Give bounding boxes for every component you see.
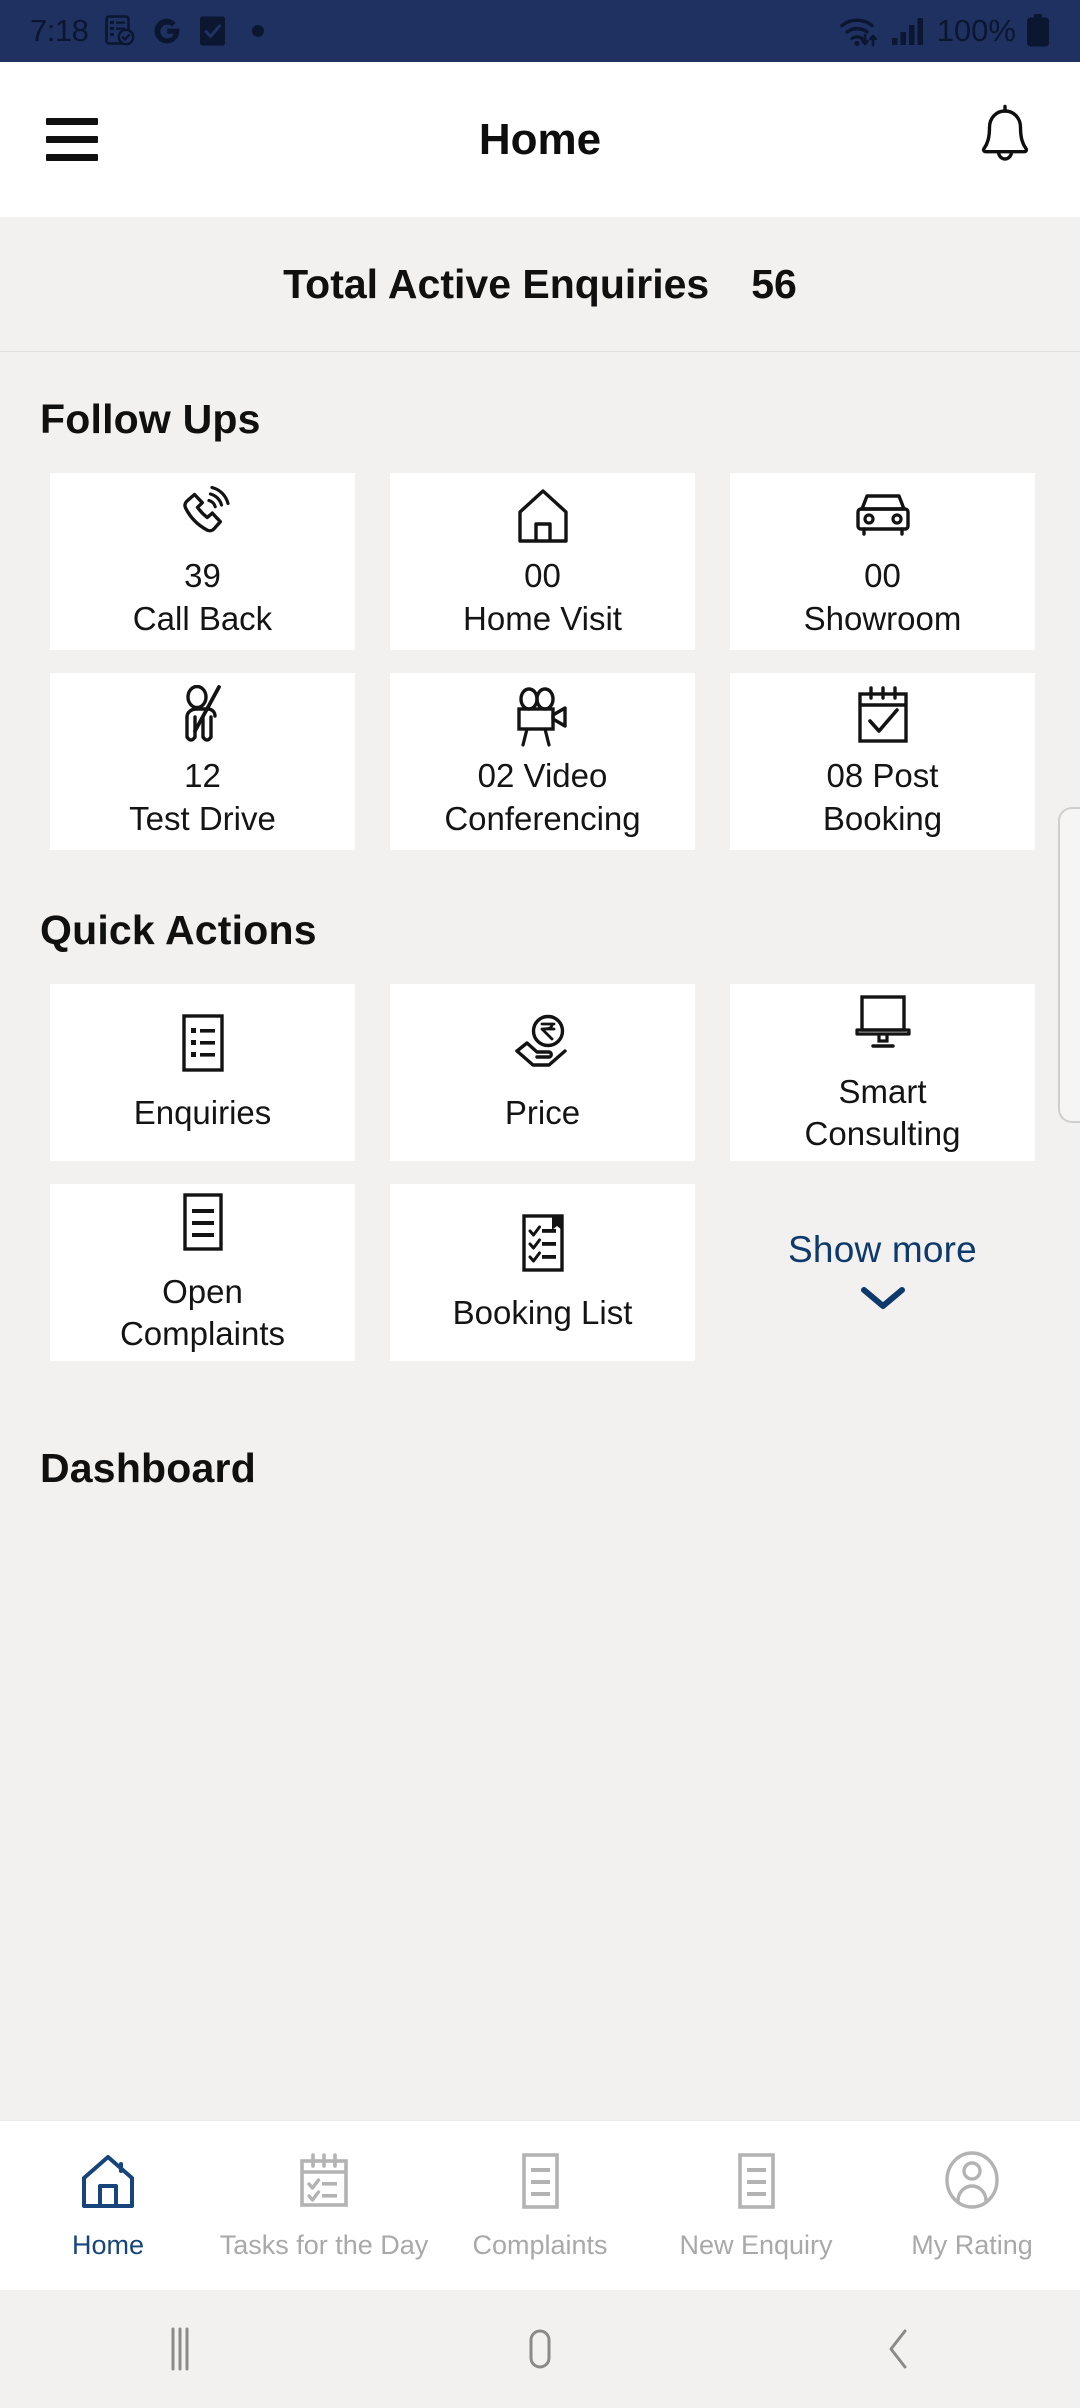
follow-up-count: 00 [864, 557, 901, 595]
dot-icon [251, 24, 265, 38]
battery-percent: 100% [936, 13, 1016, 48]
follow-up-card-video-conferencing[interactable]: 02 Video Conferencing [390, 673, 695, 850]
status-time: 7:18 [30, 13, 89, 48]
home-icon [512, 483, 574, 549]
follow-up-label: Call Back [132, 599, 273, 637]
home-icon [77, 2151, 139, 2216]
wifi-icon [839, 14, 881, 48]
quick-action-card-smart-consulting[interactable]: Smart Consulting [730, 984, 1035, 1161]
google-icon [152, 16, 182, 46]
quick-actions-title: Quick Actions [40, 907, 317, 953]
status-bar-right: 100% [839, 13, 1050, 49]
status-bar: 7:18 100% [0, 0, 1080, 62]
battery-icon [1026, 14, 1050, 48]
monitor-icon [852, 990, 914, 1055]
follow-up-label: Booking [822, 799, 943, 837]
quick-action-label: Enquiries [133, 1094, 272, 1132]
follow-up-count: 00 [524, 557, 561, 595]
quick-actions-grid: Enquiries Price Smart Consulting Open Co… [0, 954, 1080, 1361]
bottom-nav-item-home[interactable]: Home [0, 2151, 216, 2261]
signal-icon [891, 16, 927, 46]
calendar-check-icon [854, 683, 912, 749]
quick-action-label-line2: Complaints [119, 1314, 286, 1352]
chevron-down-icon [860, 1285, 906, 1316]
bottom-nav-item-my-rating[interactable]: My Rating [864, 2150, 1080, 2261]
enquiry-icon [730, 2151, 782, 2216]
complaints-icon [514, 2151, 566, 2216]
bottom-nav-item-complaints[interactable]: Complaints [432, 2151, 648, 2261]
show-more-button[interactable]: Show more [730, 1184, 1035, 1361]
document-lines-icon [177, 1190, 229, 1255]
scrollbar[interactable] [1058, 807, 1080, 1123]
follow-ups-title: Follow Ups [40, 396, 261, 442]
follow-up-count: 12 [184, 757, 221, 795]
follow-up-card-showroom[interactable]: 00 Showroom [730, 473, 1035, 650]
quick-action-label: Booking List [452, 1294, 633, 1332]
follow-up-count: 39 [184, 557, 221, 595]
follow-up-label: Home Visit [463, 599, 622, 637]
bottom-nav-label: My Rating [911, 2229, 1033, 2260]
total-active-enquiries-bar: Total Active Enquiries 56 [0, 217, 1080, 352]
checklist-icon [516, 1210, 570, 1276]
quick-action-card-booking-list[interactable]: Booking List [390, 1184, 695, 1361]
bell-icon[interactable] [976, 104, 1034, 175]
phone-call-icon [172, 483, 234, 549]
follow-up-card-post-booking[interactable]: 08 Post Booking [730, 673, 1035, 850]
bottom-nav-label: Home [71, 2229, 145, 2260]
total-enquiries-value: 56 [751, 260, 797, 307]
app-bar: Home [0, 62, 1080, 217]
quick-action-card-enquiries[interactable]: Enquiries [50, 984, 355, 1161]
test-drive-icon [173, 683, 233, 749]
bottom-nav-item-tasks[interactable]: Tasks for the Day [216, 2151, 432, 2261]
quick-action-card-open-complaints[interactable]: Open Complaints [50, 1184, 355, 1361]
quick-action-card-price[interactable]: Price [390, 984, 695, 1161]
follow-ups-grid: 39 Call Back 00 Home Visit 00 Showroom 1… [0, 443, 1080, 850]
follow-up-label: Conferencing [444, 799, 641, 837]
dashboard-title: Dashboard [40, 1445, 256, 1491]
rupee-hand-icon [511, 1010, 575, 1076]
bottom-nav-item-new-enquiry[interactable]: New Enquiry [648, 2151, 864, 2261]
recents-icon[interactable] [0, 2323, 360, 2375]
checkbox-icon [199, 15, 226, 47]
quick-action-label: Price [504, 1094, 581, 1132]
quick-action-label-line2: Consulting [804, 1114, 961, 1152]
list-document-icon [177, 1010, 229, 1076]
follow-up-card-test-drive[interactable]: 12 Test Drive [50, 673, 355, 850]
back-chevron-icon[interactable] [720, 2323, 1080, 2375]
show-more-label: Show more [788, 1229, 977, 1270]
status-bar-left: 7:18 [30, 13, 265, 49]
home-circle-icon[interactable] [360, 2323, 720, 2375]
bottom-nav-label: Tasks for the Day [219, 2229, 429, 2260]
follow-up-card-call-back[interactable]: 39 Call Back [50, 473, 355, 650]
car-icon [851, 483, 915, 549]
video-camera-icon [511, 683, 575, 749]
main-scroll-content[interactable]: Follow Ups 39 Call Back 00 Home Visit 00… [0, 352, 1080, 2218]
bottom-navigation: Home Tasks for the Day Complaints New En… [0, 2120, 1080, 2290]
follow-up-label: Showroom [803, 599, 962, 637]
page-title: Home [478, 114, 602, 164]
person-icon [943, 2150, 1001, 2216]
follow-up-card-home-visit[interactable]: 00 Home Visit [390, 473, 695, 650]
bottom-nav-label: New Enquiry [679, 2229, 833, 2260]
follow-up-count: 02 Video [477, 757, 608, 795]
bottom-nav-label: Complaints [472, 2229, 608, 2260]
tasks-icon [294, 2151, 354, 2216]
system-navigation-bar [0, 2290, 1080, 2408]
quick-action-label-line1: Smart [838, 1072, 927, 1110]
quick-action-label-line1: Open [162, 1272, 243, 1310]
total-enquiries-label: Total Active Enquiries [283, 260, 710, 307]
note-check-icon [105, 15, 135, 47]
follow-up-label: Test Drive [129, 799, 276, 837]
follow-up-count: 08 Post [826, 757, 939, 795]
